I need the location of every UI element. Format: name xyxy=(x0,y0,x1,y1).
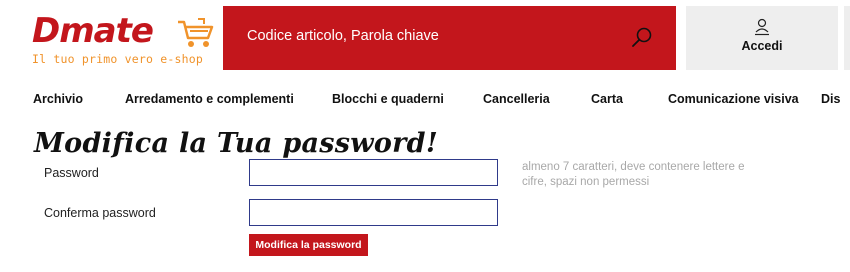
nav-item-dis[interactable]: Dis xyxy=(821,92,840,106)
search-bar[interactable]: Codice articolo, Parola chiave xyxy=(223,6,676,70)
page-title: Modifica la Tua password! xyxy=(34,128,439,159)
nav-item-carta[interactable]: Carta xyxy=(591,92,623,106)
cart-button[interactable] xyxy=(844,6,850,70)
shopping-cart-icon xyxy=(178,18,214,47)
confirm-password-label: Conferma password xyxy=(44,206,156,220)
login-button[interactable]: Accedi xyxy=(686,6,838,70)
password-hint: almeno 7 caratteri, deve contenere lette… xyxy=(522,161,745,188)
nav-item-arredamento[interactable]: Arredamento e complementi xyxy=(125,92,294,106)
category-nav: Archivio Arredamento e complementi Blocc… xyxy=(0,78,850,120)
search-icon[interactable] xyxy=(630,26,654,50)
site-header: Dmate Il tuo primo vero e-shop Codice ar… xyxy=(0,0,850,78)
password-field[interactable] xyxy=(249,159,498,186)
logo-tagline: Il tuo primo vero e-shop xyxy=(32,52,203,66)
user-icon xyxy=(755,18,769,36)
logo[interactable]: Dmate Il tuo primo vero e-shop xyxy=(30,11,220,66)
logo-wordmark: Dmate xyxy=(32,11,154,51)
nav-item-blocchi[interactable]: Blocchi e quaderni xyxy=(332,92,444,106)
password-label: Password xyxy=(44,166,99,180)
nav-item-archivio[interactable]: Archivio xyxy=(33,92,83,106)
nav-item-cancelleria[interactable]: Cancelleria xyxy=(483,92,550,106)
search-input[interactable]: Codice articolo, Parola chiave xyxy=(247,28,439,44)
login-label: Accedi xyxy=(741,39,783,53)
change-password-button[interactable]: Modifica la password xyxy=(249,234,368,256)
confirm-password-field[interactable] xyxy=(249,199,498,226)
nav-item-comunicazione[interactable]: Comunicazione visiva xyxy=(668,92,799,106)
